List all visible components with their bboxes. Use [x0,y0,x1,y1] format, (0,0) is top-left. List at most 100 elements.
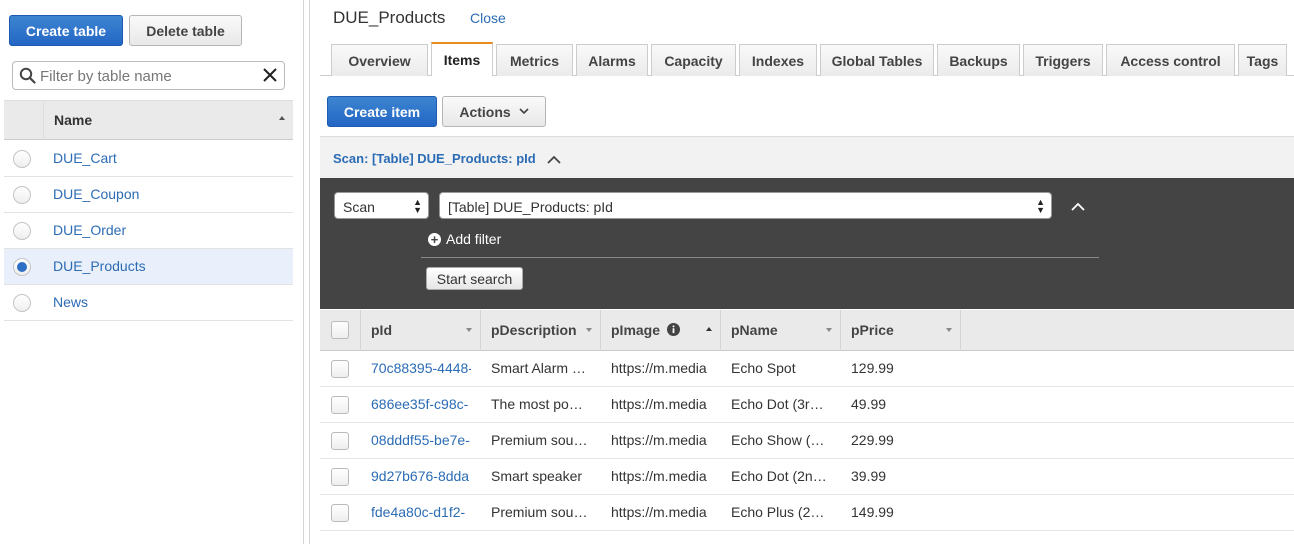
tab-capacity[interactable]: Capacity [651,44,736,76]
column-label: pPrice [851,322,894,338]
cell-pname: Echo Show (2nd Gen) [731,432,829,448]
create-item-button[interactable]: Create item [327,96,437,127]
cell-pdescription: Premium sound [491,432,589,448]
cell-pname: Echo Plus (2nd Gen) [731,504,829,520]
cell-pimage: https://m.media [611,396,707,412]
tab-backups[interactable]: Backups [937,44,1020,76]
sort-asc-icon[interactable] [279,116,285,120]
tab-metrics[interactable]: Metrics [496,44,573,76]
row-checkbox[interactable] [331,468,349,486]
cell-pname: Echo Dot (2nd Gen) [731,468,829,484]
filter-divider [421,257,1099,258]
header-divider [43,101,44,140]
clear-icon[interactable] [262,67,278,83]
start-search-button[interactable]: Start search [426,267,523,290]
column-header-pid[interactable]: pId [361,310,481,351]
sort-icon [946,328,952,332]
column-header-pimage[interactable]: pImage [601,310,721,351]
scan-target-value: [Table] DUE_Products: pId [448,199,613,215]
delete-table-button[interactable]: Delete table [129,15,242,46]
tables-header: Name [4,100,293,140]
table-radio[interactable] [13,186,31,204]
cell-pid[interactable]: 70c88395-4448- [371,360,471,376]
table-radio[interactable] [13,258,31,276]
cell-pname: Echo Dot (3rd Gen) [731,396,829,412]
column-header-pname[interactable]: pName [721,310,841,351]
column-label: pDescription [491,322,577,338]
cell-pprice: 229.99 [851,432,894,448]
cell-pid[interactable]: 9d27b676-8dda [371,468,471,484]
add-filter-label: Add filter [446,231,502,247]
table-row[interactable]: fde4a80c-d1f2- Premium sound https://m.med… [320,495,1294,531]
table-row[interactable]: 686ee35f-c98c- The most popular https://m.… [320,387,1294,423]
table-name-link[interactable]: DUE_Order [53,222,126,238]
chevron-up-icon [547,155,561,164]
table-row[interactable]: 70c88395-4448- Smart Alarm Clock https://m… [320,351,1294,387]
table-row[interactable]: 9d27b676-8dda Smart speaker https://m.medi… [320,459,1294,495]
table-list-item[interactable]: DUE_Order [4,213,293,249]
table-list-item[interactable]: DUE_Coupon [4,177,293,213]
tables-panel: Create table Delete table Filter by tabl… [0,0,300,544]
row-checkbox[interactable] [331,432,349,450]
tab-items[interactable]: Items [431,42,493,76]
select-all-cell [320,310,361,351]
cell-pid[interactable]: fde4a80c-d1f2- [371,504,471,520]
table-name-link[interactable]: DUE_Cart [53,150,117,166]
tab-global-tables[interactable]: Global Tables [820,44,934,76]
panel-divider [303,0,304,544]
row-checkbox[interactable] [331,504,349,522]
create-table-button[interactable]: Create table [9,15,123,46]
page-title: DUE_Products [333,8,446,27]
row-checkbox[interactable] [331,396,349,414]
table-row[interactable]: 08dddf55-be7e- Premium sound https://m.med… [320,423,1294,459]
table-radio[interactable] [13,150,31,168]
table-list-item[interactable]: News [4,285,293,321]
select-all-checkbox[interactable] [331,321,349,339]
table-name-link[interactable]: DUE_Products [53,258,146,274]
table-list-item[interactable]: DUE_Products [4,249,293,285]
tab-triggers[interactable]: Triggers [1023,44,1103,76]
search-icon [19,67,36,84]
table-filter-input[interactable]: Filter by table name [12,61,285,90]
sort-icon [826,328,832,332]
tab-tags[interactable]: Tags [1238,44,1287,76]
select-arrows-icon: ▲ ▼ [413,197,422,215]
cell-pprice: 49.99 [851,396,887,412]
column-header-pdescription[interactable]: pDescription [481,310,601,351]
scan-title[interactable]: Scan: [Table] DUE_Products: pId [333,151,561,166]
select-arrows-icon: ▲ ▼ [1036,197,1045,215]
sort-asc-icon [706,327,712,331]
cell-pid[interactable]: 08dddf55-be7e- [371,432,471,448]
cell-pname: Echo Spot [731,360,796,376]
close-link[interactable]: Close [470,10,506,26]
scan-mode-value: Scan [343,199,375,215]
scan-title-text: Scan: [Table] DUE_Products: pId [333,151,536,166]
filter-placeholder: Filter by table name [40,68,172,85]
tab-overview[interactable]: Overview [331,44,428,76]
table-list-item[interactable]: DUE_Cart [4,141,293,177]
name-column-header[interactable]: Name [54,112,92,128]
actions-button[interactable]: Actions [442,96,546,127]
column-header-pprice[interactable]: pPrice [841,310,961,351]
add-filter-link[interactable]: + Add filter [428,231,501,247]
tab-access-control[interactable]: Access control [1106,44,1235,76]
row-checkbox[interactable] [331,360,349,378]
cell-pimage: https://m.media [611,504,707,520]
table-radio[interactable] [13,222,31,240]
cell-pimage: https://m.media [611,360,707,376]
panel-divider-right [309,0,310,544]
cell-pimage: https://m.media [611,432,707,448]
chevron-up-icon[interactable] [1070,202,1086,212]
scan-target-select[interactable]: [Table] DUE_Products: pId ▲ ▼ [439,192,1052,219]
scan-mode-select[interactable]: Scan ▲ ▼ [334,192,429,219]
info-icon [666,323,680,336]
tab-alarms[interactable]: Alarms [576,44,648,76]
cell-pdescription: The most popular [491,396,589,412]
cell-pdescription: Premium sound [491,504,589,520]
table-name-link[interactable]: DUE_Coupon [53,186,139,202]
tab-indexes[interactable]: Indexes [739,44,817,76]
table-radio[interactable] [13,294,31,312]
table-name-link[interactable]: News [53,294,88,310]
cell-pid[interactable]: 686ee35f-c98c- [371,396,471,412]
cell-pprice: 39.99 [851,468,887,484]
